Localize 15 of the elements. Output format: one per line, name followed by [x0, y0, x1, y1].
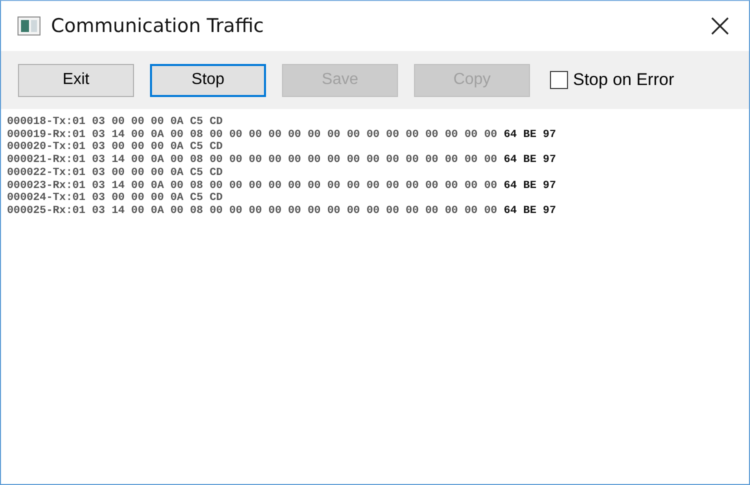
close-icon[interactable]	[709, 15, 731, 37]
checkbox-label[interactable]: Stop on Error	[573, 70, 674, 90]
log-line: 000019-Rx:01 03 14 00 0A 00 08 00 00 00 00 00 00 00 00 00 00 00 00 00 00 00 64 BE 97	[7, 128, 557, 142]
window-title: Communication Traffic	[51, 15, 265, 37]
log-line: 000025-Rx:01 03 14 00 0A 00 08 00 00 00 00 00 00 00 00 00 00 00 00 00 00 00 64 BE 97	[7, 204, 557, 218]
log-line: 000024-Tx:01 03 00 00 00 0A C5 CD	[7, 192, 224, 205]
log-line: 000022-Tx:01 03 00 00 00 0A C5 CD	[7, 166, 224, 180]
toolbar-button[interactable]: Exit	[18, 64, 134, 96]
log-line: 000021-Rx:01 03 14 00 0A 00 08 00 00 00 00 00 00 00 00 00 00 00 00 00 00 00 64 BE 97	[7, 154, 557, 167]
log-line: 000023-Rx:01 03 14 00 0A 00 08 00 00 00 00 00 00 00 00 00 00 00 00 00 00 00 64 BE 97	[7, 180, 557, 192]
log-line: 000020-Tx:01 03 00 00 00 0A C5 CD	[7, 141, 224, 154]
log-line: 000018-Tx:01 03 00 00 00 0A C5 CD	[7, 116, 224, 129]
toolbar-button[interactable]: Stop	[150, 64, 266, 96]
checkbox[interactable]	[550, 71, 568, 89]
app-icon	[17, 16, 41, 36]
